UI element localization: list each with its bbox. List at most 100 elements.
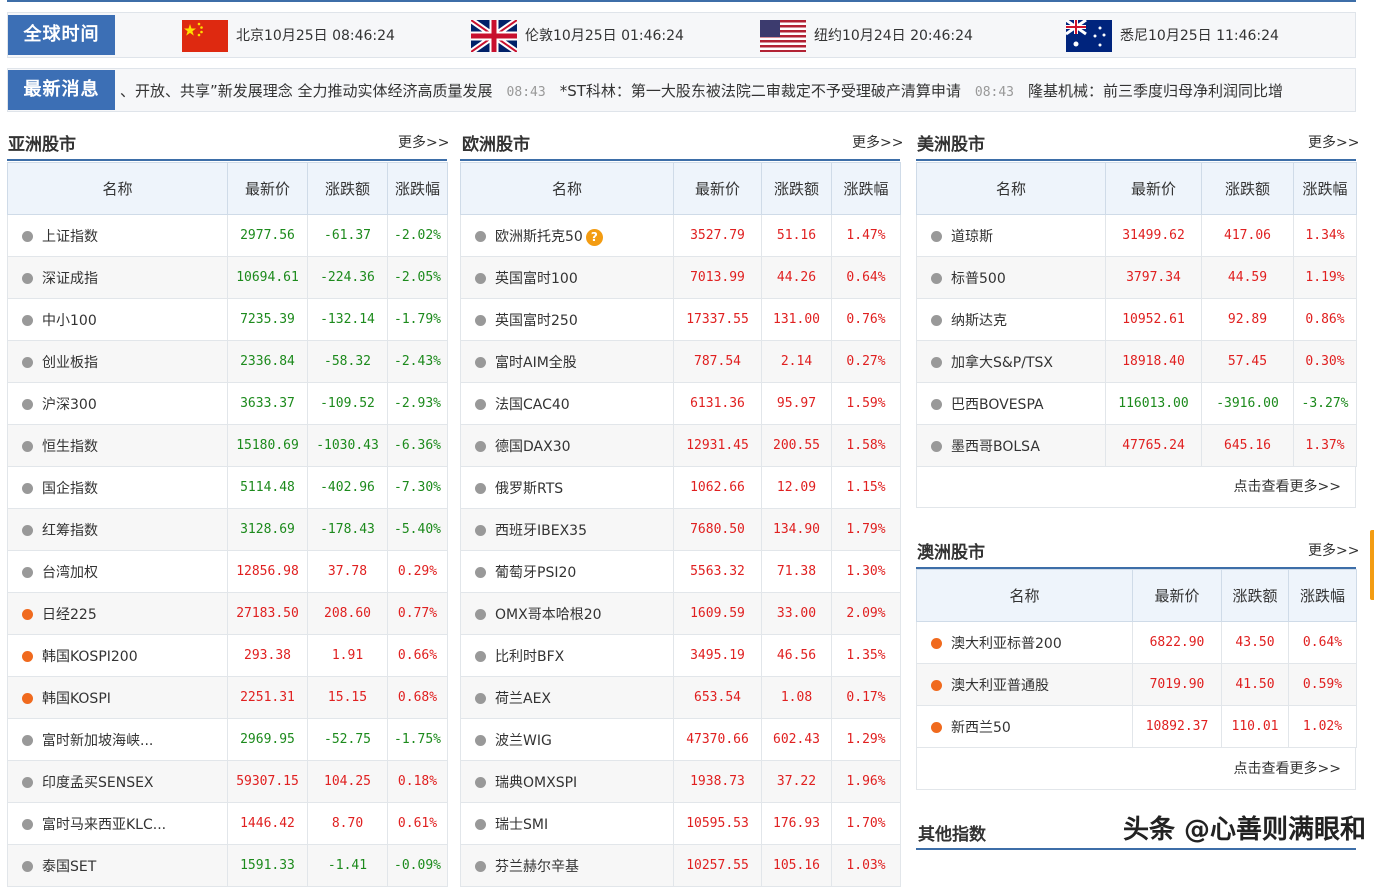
index-name-cell[interactable]: 澳大利亚普通股 [917, 664, 1133, 706]
index-name-cell[interactable]: 深证成指 [8, 257, 228, 299]
index-name-cell[interactable]: 纳斯达克 [917, 299, 1106, 341]
index-name-link[interactable]: 纳斯达克 [951, 313, 1007, 329]
table-row[interactable]: 国企指数5114.48-402.96-7.30% [8, 467, 448, 509]
table-row[interactable]: 俄罗斯RTS1062.6612.091.15% [461, 467, 901, 509]
index-name-cell[interactable]: 富时新加坡海峡... [8, 719, 228, 761]
index-name-link[interactable]: 沪深300 [42, 397, 97, 413]
index-name-cell[interactable]: 芬兰赫尔辛基 [461, 845, 674, 887]
table-row[interactable]: 英国富时25017337.55131.000.76% [461, 299, 901, 341]
index-name-link[interactable]: 泰国SET [42, 859, 96, 875]
table-row[interactable]: 英国富时1007013.9944.260.64% [461, 257, 901, 299]
table-row[interactable]: 纳斯达克10952.6192.890.86% [917, 299, 1357, 341]
index-name-cell[interactable]: 标普500 [917, 257, 1106, 299]
table-row[interactable]: 道琼斯31499.62417.061.34% [917, 215, 1357, 257]
table-row[interactable]: 欧洲斯托克50?3527.7951.161.47% [461, 215, 901, 257]
index-name-link[interactable]: 富时马来西亚KLC... [42, 817, 166, 833]
table-row[interactable]: 瑞士SMI10595.53176.931.70% [461, 803, 901, 845]
index-name-cell[interactable]: 西班牙IBEX35 [461, 509, 674, 551]
table-row[interactable]: 比利时BFX3495.1946.561.35% [461, 635, 901, 677]
table-row[interactable]: 红筹指数3128.69-178.43-5.40% [8, 509, 448, 551]
index-name-cell[interactable]: 韩国KOSPI [8, 677, 228, 719]
table-row[interactable]: 加拿大S&P/TSX18918.4057.450.30% [917, 341, 1357, 383]
index-name-link[interactable]: 西班牙IBEX35 [495, 523, 587, 539]
index-name-cell[interactable]: 比利时BFX [461, 635, 674, 677]
index-name-link[interactable]: 日经225 [42, 607, 97, 623]
index-name-link[interactable]: 荷兰AEX [495, 691, 551, 707]
index-name-cell[interactable]: 上证指数 [8, 215, 228, 257]
table-row[interactable]: 德国DAX3012931.45200.551.58% [461, 425, 901, 467]
news-item[interactable]: 、开放、共享”新发展理念 全力推动实体经济高质量发展 [120, 82, 493, 100]
index-name-link[interactable]: 韩国KOSPI200 [42, 649, 138, 665]
index-name-link[interactable]: 葡萄牙PSI20 [495, 565, 576, 581]
index-name-cell[interactable]: 泰国SET [8, 845, 228, 887]
table-row[interactable]: 中小1007235.39-132.14-1.79% [8, 299, 448, 341]
index-name-cell[interactable]: 新西兰50 [917, 706, 1133, 748]
index-name-cell[interactable]: 葡萄牙PSI20 [461, 551, 674, 593]
table-row[interactable]: 新西兰5010892.37110.011.02% [917, 706, 1357, 748]
index-name-cell[interactable]: 英国富时250 [461, 299, 674, 341]
index-name-cell[interactable]: 沪深300 [8, 383, 228, 425]
index-name-cell[interactable]: 荷兰AEX [461, 677, 674, 719]
table-row[interactable]: 泰国SET1591.33-1.41-0.09% [8, 845, 448, 887]
index-name-link[interactable]: 英国富时100 [495, 271, 578, 287]
index-name-cell[interactable]: 台湾加权 [8, 551, 228, 593]
table-row[interactable]: 西班牙IBEX357680.50134.901.79% [461, 509, 901, 551]
index-name-link[interactable]: 深证成指 [42, 271, 98, 287]
oceania-more-link[interactable]: 更多>> [1308, 540, 1359, 560]
index-name-link[interactable]: 比利时BFX [495, 649, 564, 665]
index-name-link[interactable]: 台湾加权 [42, 565, 98, 581]
index-name-link[interactable]: 创业板指 [42, 355, 98, 371]
table-row[interactable]: 韩国KOSPI200293.381.910.66% [8, 635, 448, 677]
index-name-cell[interactable]: 恒生指数 [8, 425, 228, 467]
index-name-link[interactable]: 瑞典OMXSPI [495, 775, 577, 791]
table-row[interactable]: 澳大利亚普通股7019.9041.500.59% [917, 664, 1357, 706]
index-name-cell[interactable]: 巴西BOVESPA [917, 383, 1106, 425]
table-row[interactable]: 富时新加坡海峡...2969.95-52.75-1.75% [8, 719, 448, 761]
table-row[interactable]: 台湾加权12856.9837.780.29% [8, 551, 448, 593]
index-name-link[interactable]: OMX哥本哈根20 [495, 607, 602, 623]
index-name-link[interactable]: 国企指数 [42, 481, 98, 497]
table-row[interactable]: 荷兰AEX653.541.080.17% [461, 677, 901, 719]
index-name-link[interactable]: 巴西BOVESPA [951, 397, 1044, 413]
help-icon[interactable]: ? [586, 229, 603, 246]
index-name-link[interactable]: 红筹指数 [42, 523, 98, 539]
index-name-cell[interactable]: 日经225 [8, 593, 228, 635]
index-name-link[interactable]: 法国CAC40 [495, 397, 570, 413]
index-name-link[interactable]: 澳大利亚标普200 [951, 636, 1062, 652]
index-name-link[interactable]: 加拿大S&P/TSX [951, 355, 1053, 371]
table-row[interactable]: 创业板指2336.84-58.32-2.43% [8, 341, 448, 383]
table-row[interactable]: 日经22527183.50208.600.77% [8, 593, 448, 635]
table-row[interactable]: 墨西哥BOLSA47765.24645.161.37% [917, 425, 1357, 467]
index-name-link[interactable]: 德国DAX30 [495, 439, 571, 455]
index-name-link[interactable]: 标普500 [951, 271, 1006, 287]
index-name-cell[interactable]: 墨西哥BOLSA [917, 425, 1106, 467]
news-ticker[interactable]: 、开放、共享”新发展理念 全力推动实体经济高质量发展08:43*ST科林：第一大… [120, 80, 1283, 101]
index-name-link[interactable]: 上证指数 [42, 229, 98, 245]
index-name-link[interactable]: 俄罗斯RTS [495, 481, 563, 497]
table-row[interactable]: 巴西BOVESPA116013.00-3916.00-3.27% [917, 383, 1357, 425]
europe-more-link[interactable]: 更多>> [852, 132, 903, 152]
index-name-cell[interactable]: 澳大利亚标普200 [917, 622, 1133, 664]
index-name-link[interactable]: 墨西哥BOLSA [951, 439, 1040, 455]
table-row[interactable]: 韩国KOSPI2251.3115.150.68% [8, 677, 448, 719]
index-name-cell[interactable]: 法国CAC40 [461, 383, 674, 425]
index-name-cell[interactable]: 欧洲斯托克50? [461, 215, 674, 257]
index-name-cell[interactable]: 富时马来西亚KLC... [8, 803, 228, 845]
table-row[interactable]: 印度孟买SENSEX59307.15104.250.18% [8, 761, 448, 803]
index-name-link[interactable]: 中小100 [42, 313, 97, 329]
index-name-cell[interactable]: 印度孟买SENSEX [8, 761, 228, 803]
index-name-cell[interactable]: 德国DAX30 [461, 425, 674, 467]
index-name-link[interactable]: 富时新加坡海峡... [42, 733, 153, 749]
table-row[interactable]: 葡萄牙PSI205563.3271.381.30% [461, 551, 901, 593]
table-row[interactable]: 富时AIM全股787.542.140.27% [461, 341, 901, 383]
table-row[interactable]: 深证成指10694.61-224.36-2.05% [8, 257, 448, 299]
news-item[interactable]: 隆基机械：前三季度归母净利润同比增 [1028, 82, 1283, 100]
index-name-cell[interactable]: 俄罗斯RTS [461, 467, 674, 509]
table-row[interactable]: 芬兰赫尔辛基10257.55105.161.03% [461, 845, 901, 887]
index-name-cell[interactable]: 瑞士SMI [461, 803, 674, 845]
index-name-link[interactable]: 芬兰赫尔辛基 [495, 859, 579, 875]
side-feedback-tab[interactable] [1370, 530, 1374, 600]
table-row[interactable]: 波兰WIG47370.66602.431.29% [461, 719, 901, 761]
index-name-link[interactable]: 印度孟买SENSEX [42, 775, 154, 791]
america-see-more-link[interactable]: 点击查看更多>> [916, 466, 1356, 508]
